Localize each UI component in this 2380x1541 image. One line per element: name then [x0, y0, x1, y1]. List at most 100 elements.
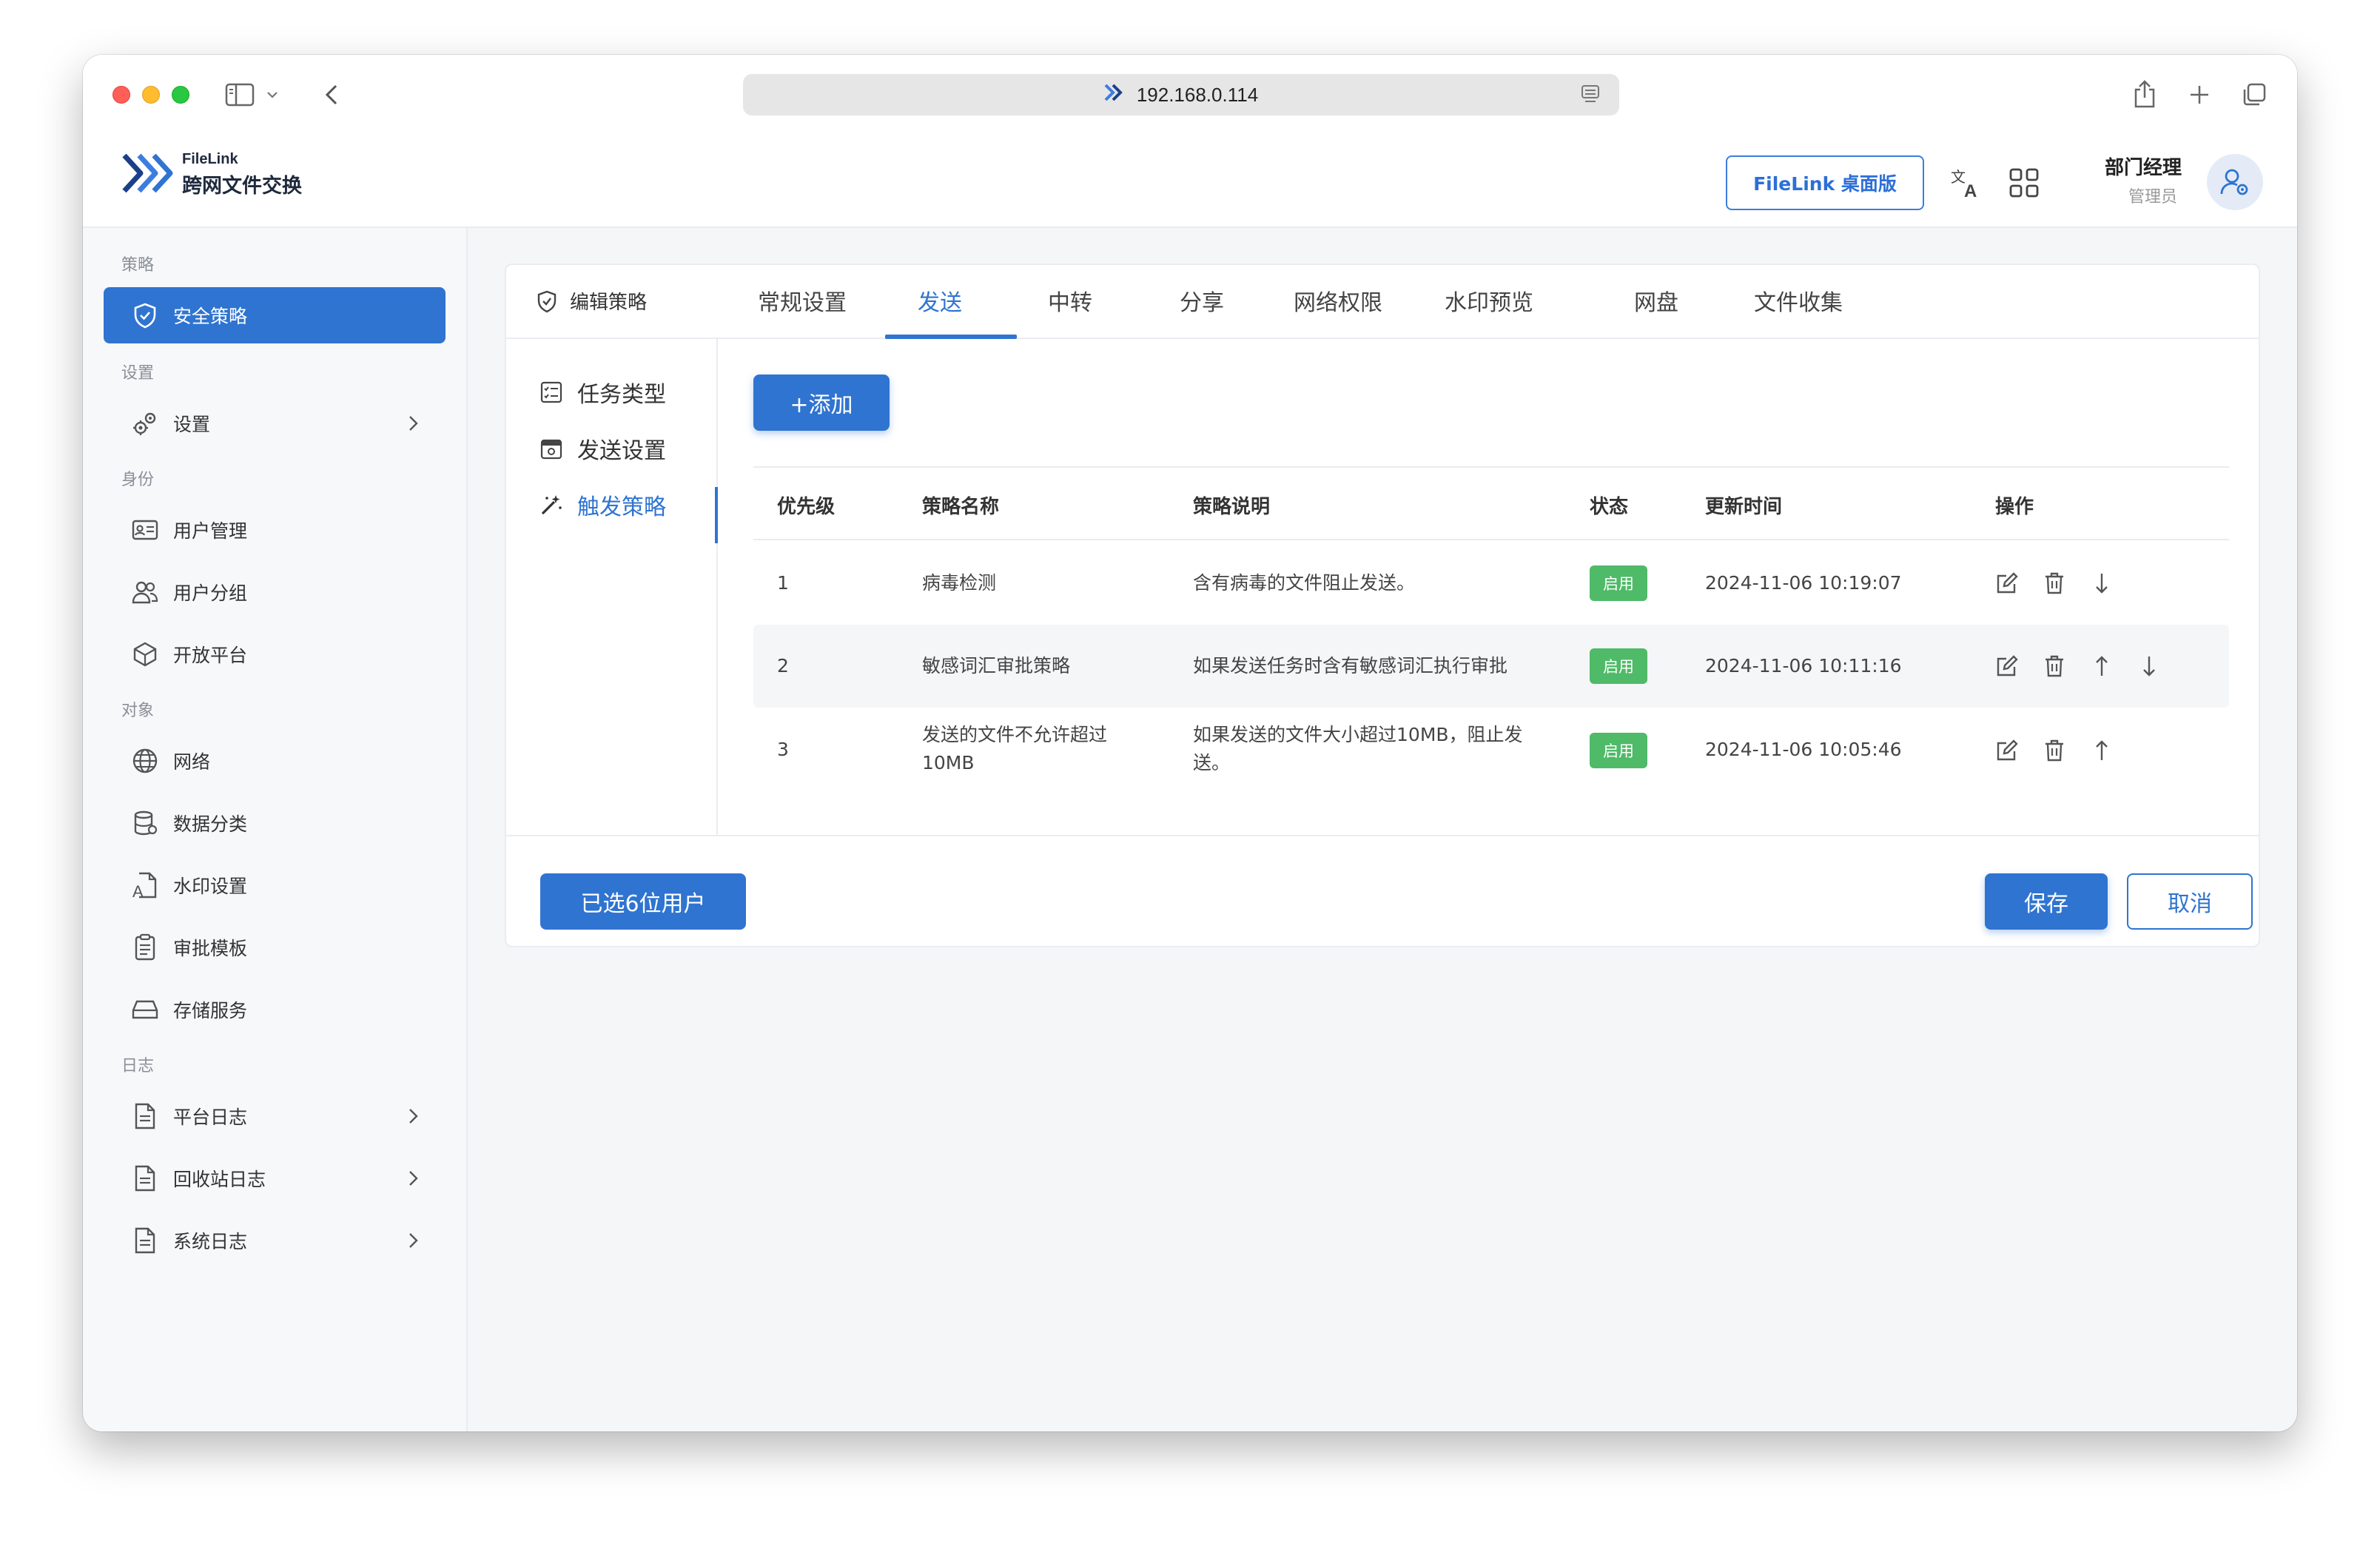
table-row[interactable]: 2 敏感词汇审批策略 如果发送任务时含有敏感词汇执行审批 启用 2024-11-… [753, 625, 2229, 708]
logo-brand: FileLink [182, 151, 238, 167]
sidebar-item-storage-service[interactable]: 存储服务 [104, 981, 446, 1038]
save-button[interactable]: 保存 [1985, 873, 2108, 930]
sidebar-item-label: 安全策略 [173, 306, 248, 327]
add-policy-button[interactable]: +添加 [753, 375, 890, 431]
column-header-name[interactable]: 策略名称 [922, 491, 999, 519]
browser-toolbar: 192.168.0.114 [83, 55, 2297, 132]
tab-relay[interactable]: 中转 [1048, 284, 1092, 317]
column-header-status[interactable]: 状态 [1590, 491, 1628, 519]
sidebar-item-label: 审批模板 [173, 938, 248, 959]
cell-name: 敏感词汇审批策略 [922, 655, 1071, 677]
subnav-task-type[interactable]: 任务类型 [539, 376, 666, 409]
subnav-label: 任务类型 [577, 382, 666, 408]
shield-check-icon [537, 290, 557, 312]
cube-icon [130, 639, 160, 669]
tab-network-permission[interactable]: 网络权限 [1294, 284, 1382, 317]
table-row[interactable]: 1 病毒检测 含有病毒的文件阻止发送。 启用 2024-11-06 10:19:… [753, 542, 2229, 625]
cell-description: 如果发送的文件大小超过10MB，阻止发送。 [1193, 724, 1523, 773]
minimize-window-button[interactable] [142, 86, 160, 104]
subnav-send-settings[interactable]: 发送设置 [539, 432, 666, 465]
chevron-down-icon[interactable] [263, 86, 281, 104]
sidebar: 策略 安全策略 设置 设置 身份 用户管理 用户分组 开放平台 对象 网络 数据… [83, 228, 468, 1431]
sidebar-item-user-group[interactable]: 用户分组 [104, 564, 446, 620]
sidebar-item-open-platform[interactable]: 开放平台 [104, 626, 446, 682]
sidebar-item-approval-template[interactable]: 审批模板 [104, 919, 446, 976]
magic-wand-icon [539, 492, 564, 517]
share-icon[interactable] [2130, 77, 2159, 111]
user-role: 管理员 [2128, 188, 2178, 207]
sidebar-item-system-log[interactable]: 系统日志 [104, 1212, 446, 1269]
edit-icon[interactable] [1994, 570, 2020, 597]
arrow-down-icon[interactable] [2136, 653, 2162, 679]
document-icon [130, 1164, 160, 1193]
sidebar-item-platform-log[interactable]: 平台日志 [104, 1088, 446, 1144]
cell-description: 如果发送任务时含有敏感词汇执行审批 [1193, 655, 1508, 677]
status-badge: 启用 [1590, 648, 1647, 684]
tab-share[interactable]: 分享 [1180, 284, 1224, 317]
sidebar-item-label: 用户分组 [173, 583, 248, 604]
sidebar-item-label: 水印设置 [173, 876, 248, 897]
column-header-description[interactable]: 策略说明 [1193, 491, 1270, 519]
address-bar[interactable]: 192.168.0.114 [743, 74, 1619, 115]
tab-overview-icon[interactable] [2239, 80, 2269, 110]
arrow-up-icon[interactable] [2088, 653, 2115, 679]
back-icon[interactable] [318, 80, 345, 110]
tab-watermark-preview[interactable]: 水印预览 [1445, 284, 1533, 317]
cancel-button[interactable]: 取消 [2127, 873, 2253, 930]
column-header-updated-time[interactable]: 更新时间 [1705, 491, 1782, 519]
status-badge: 启用 [1590, 565, 1647, 601]
translate-icon[interactable]: 文A [1948, 164, 1985, 201]
column-header-priority[interactable]: 优先级 [777, 491, 835, 519]
arrow-down-icon[interactable] [2088, 570, 2115, 597]
subnav-trigger-policy[interactable]: 触发策略 [539, 489, 666, 521]
reader-icon[interactable] [1581, 84, 1600, 110]
selected-users-button[interactable]: 已选6位用户 [540, 873, 746, 930]
cell-priority: 3 [777, 739, 789, 760]
sidebar-item-label: 系统日志 [173, 1231, 248, 1252]
group-label-objects: 对象 [121, 702, 155, 720]
sidebar-item-data-classification[interactable]: 数据分类 [104, 795, 446, 851]
subnav-label: 触发策略 [577, 494, 666, 520]
app-logo[interactable]: FileLink 跨网文件交换 [121, 151, 302, 198]
chevron-right-icon [409, 1109, 418, 1124]
edit-icon[interactable] [1994, 737, 2020, 764]
sidebar-item-user-management[interactable]: 用户管理 [104, 502, 446, 558]
svg-text:A: A [132, 882, 144, 899]
apps-grid-icon[interactable] [2006, 164, 2043, 201]
cell-description: 含有病毒的文件阻止发送。 [1193, 572, 1416, 594]
tab-send[interactable]: 发送 [918, 284, 962, 317]
table-row[interactable]: 3 发送的文件不允许超过10MB 如果发送的文件大小超过10MB，阻止发送。 启… [753, 708, 2229, 793]
close-window-button[interactable] [112, 86, 130, 104]
tab-netdisk[interactable]: 网盘 [1634, 284, 1678, 317]
svg-text:文: 文 [1951, 168, 1966, 186]
edit-icon[interactable] [1994, 653, 2020, 679]
document-icon [130, 1101, 160, 1131]
send-subnav: 任务类型 发送设置 触发策略 [506, 339, 718, 835]
sidebar-item-watermark-settings[interactable]: A 水印设置 [104, 857, 446, 913]
sidebar-item-recycle-log[interactable]: 回收站日志 [104, 1150, 446, 1206]
desktop-version-button[interactable]: FileLink 桌面版 [1726, 155, 1924, 210]
checklist-icon [539, 380, 564, 405]
tab-file-collect[interactable]: 文件收集 [1754, 284, 1843, 317]
sidebar-item-security-policy[interactable]: 安全策略 [104, 287, 446, 343]
url-text: 192.168.0.114 [1136, 83, 1259, 106]
avatar[interactable] [2207, 154, 2263, 210]
id-card-icon [130, 515, 160, 545]
policy-tabs: 编辑策略 常规设置 发送 中转 分享 网络权限 水印预览 网盘 文件收集 [506, 265, 2259, 339]
sidebar-item-settings[interactable]: 设置 [104, 395, 446, 451]
new-tab-icon[interactable] [2185, 80, 2214, 110]
zoom-window-button[interactable] [172, 86, 189, 104]
column-header-operations: 操作 [1995, 496, 2034, 518]
cell-updated-time: 2024-11-06 10:19:07 [1705, 572, 1902, 594]
users-icon [130, 577, 160, 607]
delete-icon[interactable] [2041, 653, 2068, 679]
cell-name: 病毒检测 [922, 572, 997, 594]
delete-icon[interactable] [2041, 737, 2068, 764]
arrow-up-icon[interactable] [2088, 737, 2115, 764]
edit-policy-label: 编辑策略 [536, 287, 647, 315]
sidebar-toggle-icon[interactable] [223, 80, 256, 110]
tab-general[interactable]: 常规设置 [758, 284, 847, 317]
sidebar-item-label: 设置 [173, 414, 211, 435]
sidebar-item-network[interactable]: 网络 [104, 733, 446, 789]
delete-icon[interactable] [2041, 570, 2068, 597]
